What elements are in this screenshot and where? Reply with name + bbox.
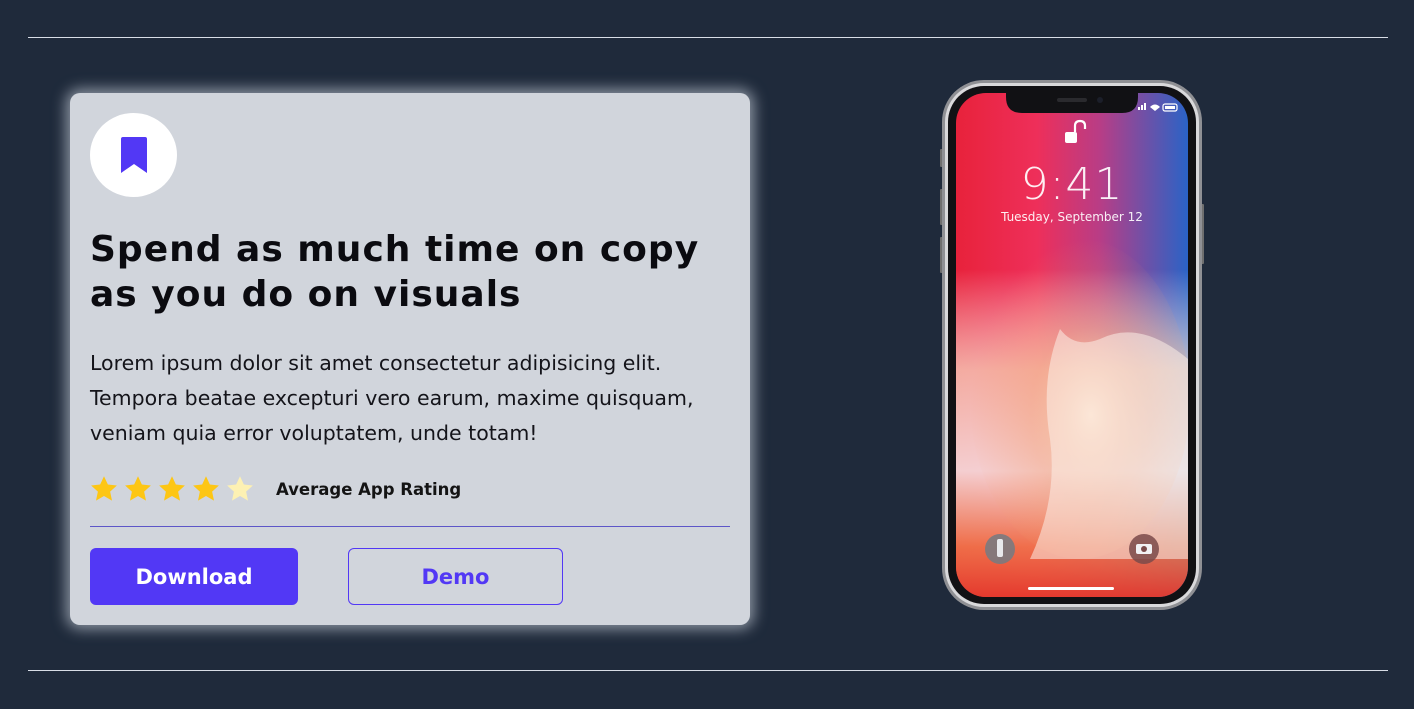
bookmark-icon (120, 137, 147, 173)
bottom-divider (28, 670, 1388, 671)
star-filled-icon (91, 476, 117, 501)
rating-label: Average App Rating (276, 479, 462, 499)
star-filled-icon (193, 476, 219, 501)
phone-mockup: 9:41 Tuesday, September 12 (940, 79, 1204, 611)
card-divider (90, 526, 730, 527)
download-button[interactable]: Download (90, 548, 298, 605)
card-description: Lorem ipsum dolor sit amet consectetur a… (90, 351, 694, 445)
star-rating (89, 474, 259, 504)
icon-badge (90, 113, 177, 197)
rating-row: Average App Rating (89, 472, 461, 506)
lockscreen-date: Tuesday, September 12 (1001, 210, 1143, 224)
lockscreen-time: 9:41 (1020, 159, 1124, 210)
top-divider (28, 37, 1388, 38)
star-filled-icon (159, 476, 185, 501)
star-empty-icon (227, 476, 253, 501)
feature-card: Spend as much time on copy as you do on … (70, 93, 750, 625)
demo-button[interactable]: Demo (348, 548, 563, 605)
card-headline: Spend as much time on copy as you do on … (90, 229, 700, 315)
star-filled-icon (125, 476, 151, 501)
